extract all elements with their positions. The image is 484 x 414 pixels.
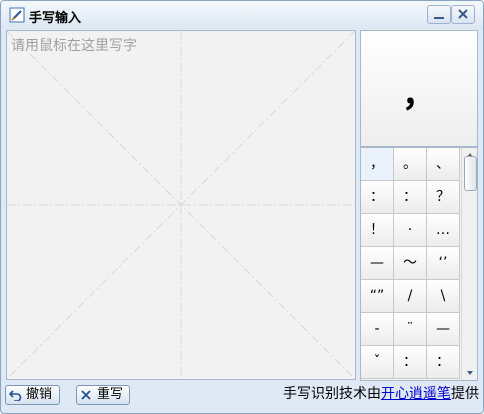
candidate-cell[interactable]: — [427,313,460,346]
canvas-guide-lines [7,31,355,379]
recognition-preview: ， [360,30,478,147]
scroll-down-icon[interactable] [462,366,478,380]
pencil-pad-icon [9,7,25,23]
scroll-thumb[interactable] [464,156,477,191]
candidate-cell[interactable]: - [361,313,394,346]
rewrite-button[interactable]: 重写 [76,385,130,405]
candidate-cell[interactable]: ： [427,346,460,379]
undo-label: 撤销 [26,387,53,402]
minimize-icon [434,17,444,19]
clear-x-icon [81,390,91,400]
candidate-cell[interactable]: ？ [427,181,460,214]
credit-prefix: 手写识别技术由 [283,386,381,402]
candidate-cell[interactable]: · [394,214,427,247]
candidate-cell[interactable]: ～ [394,247,427,280]
candidate-cell[interactable]: ¨ [394,313,427,346]
canvas-hint: 请用鼠标在这里写字 [11,38,137,54]
close-button[interactable] [451,5,475,24]
candidate-cell[interactable]: / [394,280,427,313]
candidate-cell[interactable]: ˇ [361,346,394,379]
minimize-button[interactable] [427,5,451,24]
candidate-cell[interactable]: 。 [394,148,427,181]
candidate-cell[interactable]: ‘’ [427,247,460,280]
candidate-cell[interactable]: ： [394,346,427,379]
close-icon [458,9,468,19]
window-title: 手写输入 [29,11,82,26]
candidate-cell[interactable]: 、 [427,148,460,181]
candidate-scrollbar[interactable] [461,148,478,380]
candidate-cell[interactable]: ！ [361,214,394,247]
candidate-cell[interactable]: — [361,247,394,280]
candidate-cell[interactable]: ， [361,148,394,181]
candidate-cell[interactable]: “” [361,280,394,313]
candidate-cell[interactable]: … [427,214,460,247]
preview-char: ， [402,75,436,115]
candidate-cell[interactable]: ： [361,181,394,214]
undo-icon [9,390,22,401]
rewrite-label: 重写 [97,387,124,402]
candidate-panel: ，。、：：？！ ·… — ～ ‘’ “” / \ - ¨ — ˇ：： [360,147,478,381]
candidate-cell[interactable]: ： [394,181,427,214]
candidate-cell[interactable]: \ [427,280,460,313]
credit-suffix: 提供 [451,386,479,402]
handwriting-window: 手写输入 请用鼠标在这里写字 ， ，。、：：？！ ·… — ～ ‘’ “” / \ - ¨ — ˇ：： [0,0,484,414]
credit-link[interactable]: 开心逍遥笔 [381,386,451,402]
credit-text: 手写识别技术由开心逍遥笔提供 [283,385,479,403]
undo-button[interactable]: 撤销 [5,385,60,405]
title-bar[interactable]: 手写输入 [1,1,483,29]
writing-canvas[interactable]: 请用鼠标在这里写字 [6,30,356,380]
